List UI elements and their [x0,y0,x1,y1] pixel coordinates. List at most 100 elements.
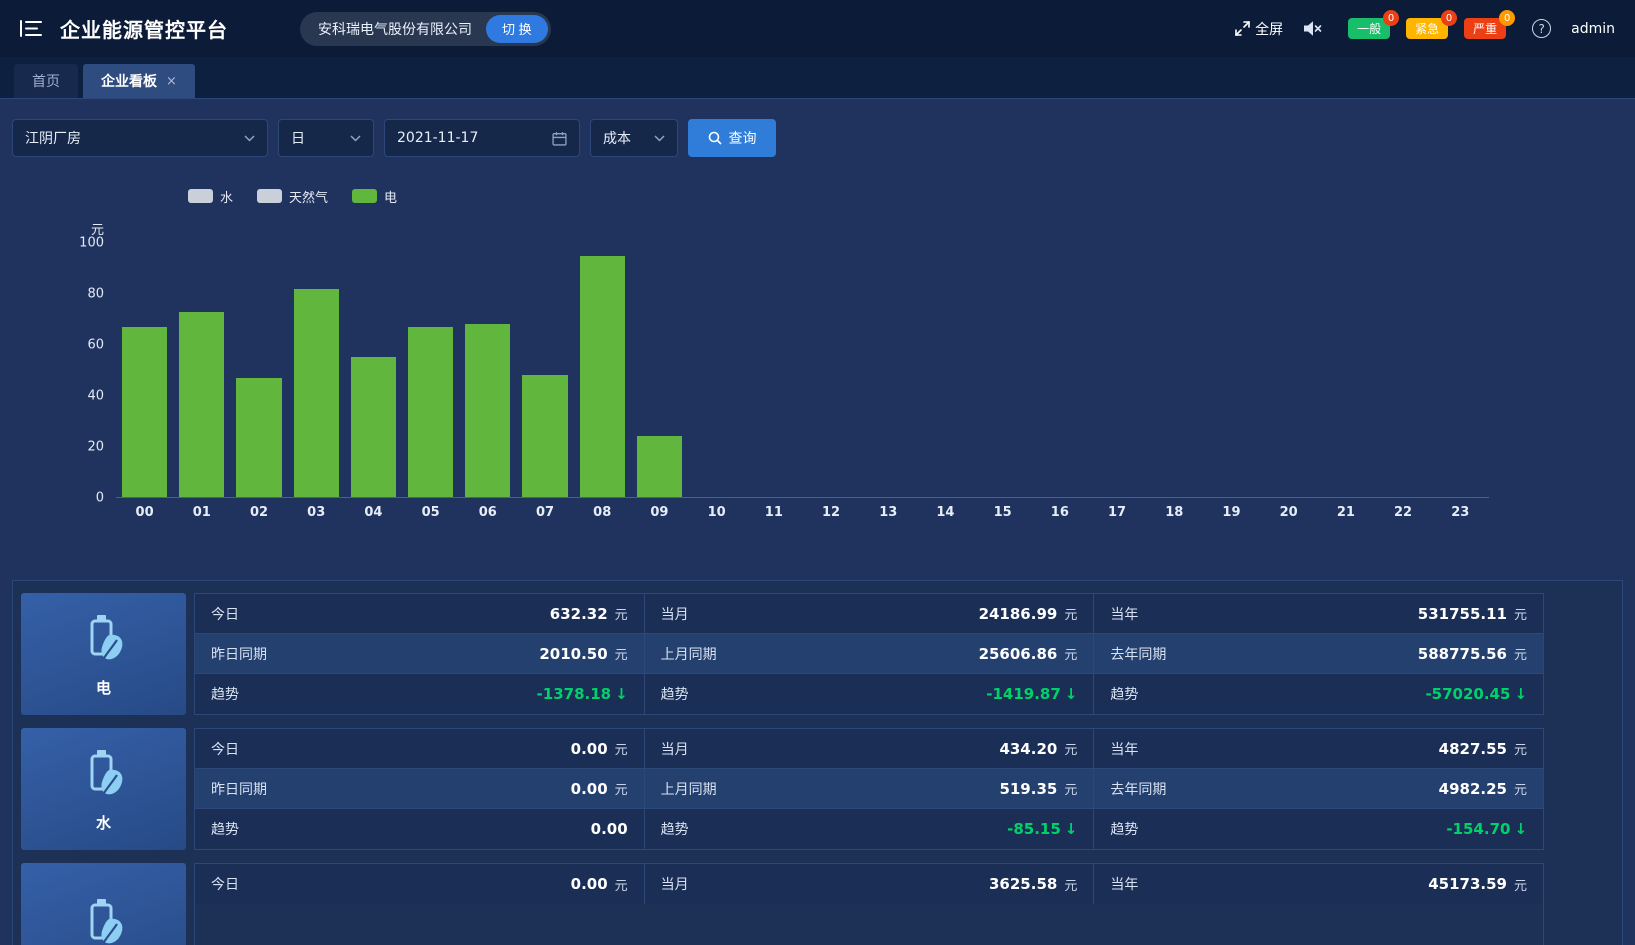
bar-05[interactable] [408,327,453,497]
search-icon [708,131,722,145]
alarm-badge-count: 0 [1441,10,1457,26]
fullscreen-button[interactable]: 全屏 [1235,19,1283,39]
unit-label: 元 [1064,739,1077,758]
energy-type-tile[interactable] [21,863,186,945]
bar-01[interactable] [179,312,224,497]
mute-button[interactable] [1303,20,1322,37]
x-tick-label: 16 [1031,505,1088,520]
user-menu[interactable]: admin [1571,21,1615,37]
site-select[interactable]: 江阴厂房 [12,119,268,157]
stat-value-wrap: 0.00 [591,820,628,838]
stat-label: 去年同期 [1110,644,1166,664]
stat-label: 趋势 [661,819,689,839]
energy-card: 水今日0.00元当月434.20元当年4827.55元昨日同期0.00元上月同期… [21,728,1614,850]
stat-value-wrap: 632.32元 [550,604,628,623]
page-title: 企业能源管控平台 [60,14,228,43]
query-button[interactable]: 查询 [688,119,776,157]
legend-item-gas[interactable]: 天然气 [257,187,328,206]
x-tick-label: 19 [1203,505,1260,520]
bar-slot [1317,243,1374,497]
stats-grid: 今日0.00元当月434.20元当年4827.55元昨日同期0.00元上月同期5… [194,728,1544,850]
fullscreen-label: 全屏 [1255,19,1283,39]
y-axis: 元 020406080100 [12,243,112,498]
energy-type-tile[interactable]: 电 [21,593,186,715]
bar-02[interactable] [236,378,281,497]
stat-value-wrap: 24186.99元 [979,604,1078,623]
bar-slot [974,243,1031,497]
stat-label: 趋势 [211,819,239,839]
alarm-badge-urgent[interactable]: 紧急0 [1406,18,1448,39]
stat-value: -57020.45 [1425,685,1510,703]
bar-slot [631,243,688,497]
unit-label: 元 [1514,739,1527,758]
energy-cards: 电今日632.32元当月24186.99元当年531755.11元昨日同期201… [12,580,1623,945]
period-select[interactable]: 日 [278,119,374,157]
bar-slot [345,243,402,497]
stat-label: 上月同期 [661,779,717,799]
x-tick-label: 10 [688,505,745,520]
stat-label: 趋势 [1110,684,1138,704]
query-button-label: 查询 [729,128,757,148]
x-tick-label: 03 [288,505,345,520]
bar-slot [860,243,917,497]
stat-cell: 当月 24186.99元 [645,594,1095,633]
unit-label: 元 [615,779,628,798]
stat-value: 0.00 [591,820,628,838]
unit-label: 元 [1064,875,1077,894]
stat-cell: 当年4827.55元 [1094,729,1543,768]
stat-cell: 上月同期 519.35元 [645,769,1095,808]
bar-09[interactable] [637,436,682,497]
stat-value: 0.00 [571,780,608,798]
alarm-badge-severe[interactable]: 严重0 [1464,18,1506,39]
stat-value-wrap: -85.15↓ [1007,820,1077,838]
bar-06[interactable] [465,324,510,497]
bar-slot [516,243,573,497]
bar-slot [230,243,287,497]
date-picker[interactable]: 2021-11-17 [384,119,580,157]
legend-label: 水 [220,187,233,206]
stat-value: 0.00 [571,740,608,758]
stat-cell: 昨日同期2010.50元 [195,634,645,673]
stat-value-wrap: -1419.87↓ [986,685,1077,703]
metric-select[interactable]: 成本 [590,119,678,157]
stats-row: 昨日同期0.00元上月同期519.35元去年同期4982.25元 [195,769,1543,809]
switch-company-button[interactable]: 切 换 [486,15,548,43]
alarm-badge-general[interactable]: 一般0 [1348,18,1390,39]
down-arrow-icon: ↓ [615,685,628,703]
tab-enterprise-dashboard[interactable]: 企业看板 × [83,64,195,98]
stat-value-wrap: 0.00 元 [571,779,628,798]
energy-type-tile[interactable]: 水 [21,728,186,850]
stat-value: 632.32 [550,605,608,623]
bar-07[interactable] [522,375,567,497]
stat-label: 当月 [661,874,689,894]
bar-slot [116,243,173,497]
x-tick-label: 21 [1317,505,1374,520]
y-tick-label: 0 [96,492,104,505]
bar-03[interactable] [294,289,339,497]
stat-value-wrap: -1378.18↓ [537,685,628,703]
bar-slot [688,243,745,497]
stat-label: 上月同期 [661,644,717,664]
stat-value: 24186.99 [979,605,1058,623]
stat-value: -1419.87 [986,685,1061,703]
header-actions: 全屏 一般0 紧急0 严重0 ? admin [1235,18,1615,39]
bar-00[interactable] [122,327,167,497]
stats-row: 趋势0.00趋势-85.15↓趋势-154.70↓ [195,809,1543,849]
stat-value: 2010.50 [539,645,607,663]
legend-item-electric[interactable]: 电 [352,187,397,206]
help-icon[interactable]: ? [1532,19,1551,38]
stat-label: 当年 [1110,739,1138,759]
legend-item-water[interactable]: 水 [188,187,233,206]
stat-label: 当月 [661,604,689,624]
tab-home[interactable]: 首页 [14,64,78,98]
unit-label: 元 [615,644,628,663]
unit-label: 元 [615,739,628,758]
menu-toggle-icon[interactable] [20,19,44,39]
close-tab-icon[interactable]: × [166,74,177,89]
x-tick-label: 20 [1260,505,1317,520]
bar-08[interactable] [580,256,625,497]
bar-04[interactable] [351,357,396,497]
x-tick-label: 09 [631,505,688,520]
stat-value-wrap: 519.35元 [999,779,1077,798]
down-arrow-icon: ↓ [1514,820,1527,838]
